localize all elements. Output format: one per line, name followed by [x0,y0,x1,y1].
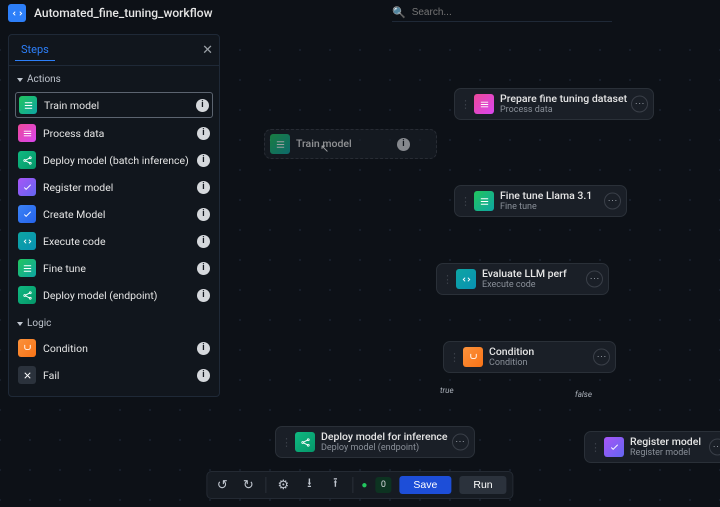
node-evaluate-llm[interactable]: ⋮ Evaluate LLM perfExecute code ⋯ [436,263,609,295]
more-icon[interactable]: ⋯ [709,439,720,456]
branch-icon [18,339,36,357]
node-register-model[interactable]: ⋮ Register modelRegister model ⋯ [584,431,720,463]
more-icon[interactable]: ⋯ [586,271,603,288]
share-icon [295,432,315,452]
sidebar-item-execute-code[interactable]: Execute code i [15,229,213,253]
info-icon[interactable]: i [197,235,210,248]
chevron-down-icon [17,78,23,82]
workflow-title: Automated_fine_tuning_workflow [34,6,213,20]
sidebar-item-deploy-endpoint[interactable]: Deploy model (endpoint) i [15,283,213,307]
branch-icon [463,347,483,367]
info-icon[interactable]: i [197,208,210,221]
info-icon[interactable]: i [197,154,210,167]
code-icon [456,269,476,289]
search-box[interactable]: 🔍 [392,4,612,22]
save-button[interactable]: Save [399,476,451,494]
drag-handle-icon[interactable]: ⋮ [449,351,460,364]
info-icon[interactable]: i [197,289,210,302]
sliders-icon [474,191,494,211]
sliders-icon [270,134,290,154]
sidebar-item-fail[interactable]: Fail i [15,363,213,387]
more-icon[interactable]: ⋯ [593,349,610,366]
check-icon [18,178,36,196]
sidebar-item-register-model[interactable]: Register model i [15,175,213,199]
sidebar-item-train-model[interactable]: Train model i [15,92,213,118]
section-logic[interactable]: Logic [9,310,219,333]
info-icon[interactable]: i [196,99,209,112]
drag-handle-icon[interactable]: ⋮ [460,195,471,208]
info-icon[interactable]: i [197,369,210,382]
node-ghost-train-model[interactable]: Train model i ↖ [264,129,437,159]
drag-handle-icon[interactable]: ⋮ [281,436,292,449]
search-icon: 🔍 [392,6,406,19]
node-prepare-dataset[interactable]: ⋮ Prepare fine tuning datasetProcess dat… [454,88,654,120]
edge-label-false: false [575,390,592,399]
more-icon[interactable]: ⋯ [631,96,648,113]
info-icon[interactable]: i [197,127,210,140]
info-icon[interactable]: i [197,262,210,275]
download-icon[interactable]: ⭳ [300,476,318,494]
sidebar-item-fine-tune[interactable]: Fine tune i [15,256,213,280]
check-circle-icon: ● [361,480,367,491]
redo-button[interactable]: ↻ [239,476,257,494]
sidebar-item-process-data[interactable]: Process data i [15,121,213,145]
more-icon[interactable]: ⋯ [452,434,469,451]
x-icon [18,366,36,384]
section-actions[interactable]: Actions [9,66,219,89]
share-icon [18,286,36,304]
check-icon [18,205,36,223]
node-fine-tune-llama[interactable]: ⋮ Fine tune Llama 3.1Fine tune ⋯ [454,185,627,217]
layers-icon [474,94,494,114]
gear-icon[interactable]: ⚙ [274,476,292,494]
layers-icon [18,124,36,142]
undo-button[interactable]: ↺ [213,476,231,494]
sidebar-item-deploy-batch[interactable]: Deploy model (batch inference) i [15,148,213,172]
code-icon [18,232,36,250]
node-deploy-inference[interactable]: ⋮ Deploy model for inferenceDeploy model… [275,426,475,458]
upload-icon[interactable]: ⭱ [326,476,344,494]
chevron-down-icon [17,322,23,326]
run-button[interactable]: Run [459,476,506,494]
steps-panel: Steps ✕ Actions Train model i Process da… [8,34,220,397]
check-icon [604,437,624,457]
more-icon[interactable]: ⋯ [604,193,621,210]
search-input[interactable] [410,6,612,19]
drag-handle-icon[interactable]: ⋮ [442,273,453,286]
close-icon[interactable]: ✕ [202,43,213,58]
drag-handle-icon[interactable]: ⋮ [460,98,471,111]
info-icon[interactable]: i [197,342,210,355]
tab-steps[interactable]: Steps [15,39,55,61]
sliders-icon [19,96,37,114]
bottom-toolbar: ↺ ↻ ⚙ ⭳ ⭱ ● 0 Save Run [206,471,513,499]
info-icon[interactable]: i [197,181,210,194]
sidebar-item-create-model[interactable]: Create Model i [15,202,213,226]
node-condition[interactable]: ⋮ ConditionCondition ⋯ [443,341,616,373]
sliders-icon [18,259,36,277]
info-icon[interactable]: i [397,138,410,151]
edge-label-true: true [440,386,454,395]
cursor-icon: ↖ [320,142,329,155]
error-count: 0 [375,477,391,493]
workflow-app-icon [8,4,26,22]
sidebar-item-condition[interactable]: Condition i [15,336,213,360]
share-icon [18,151,36,169]
drag-handle-icon[interactable]: ⋮ [590,441,601,454]
